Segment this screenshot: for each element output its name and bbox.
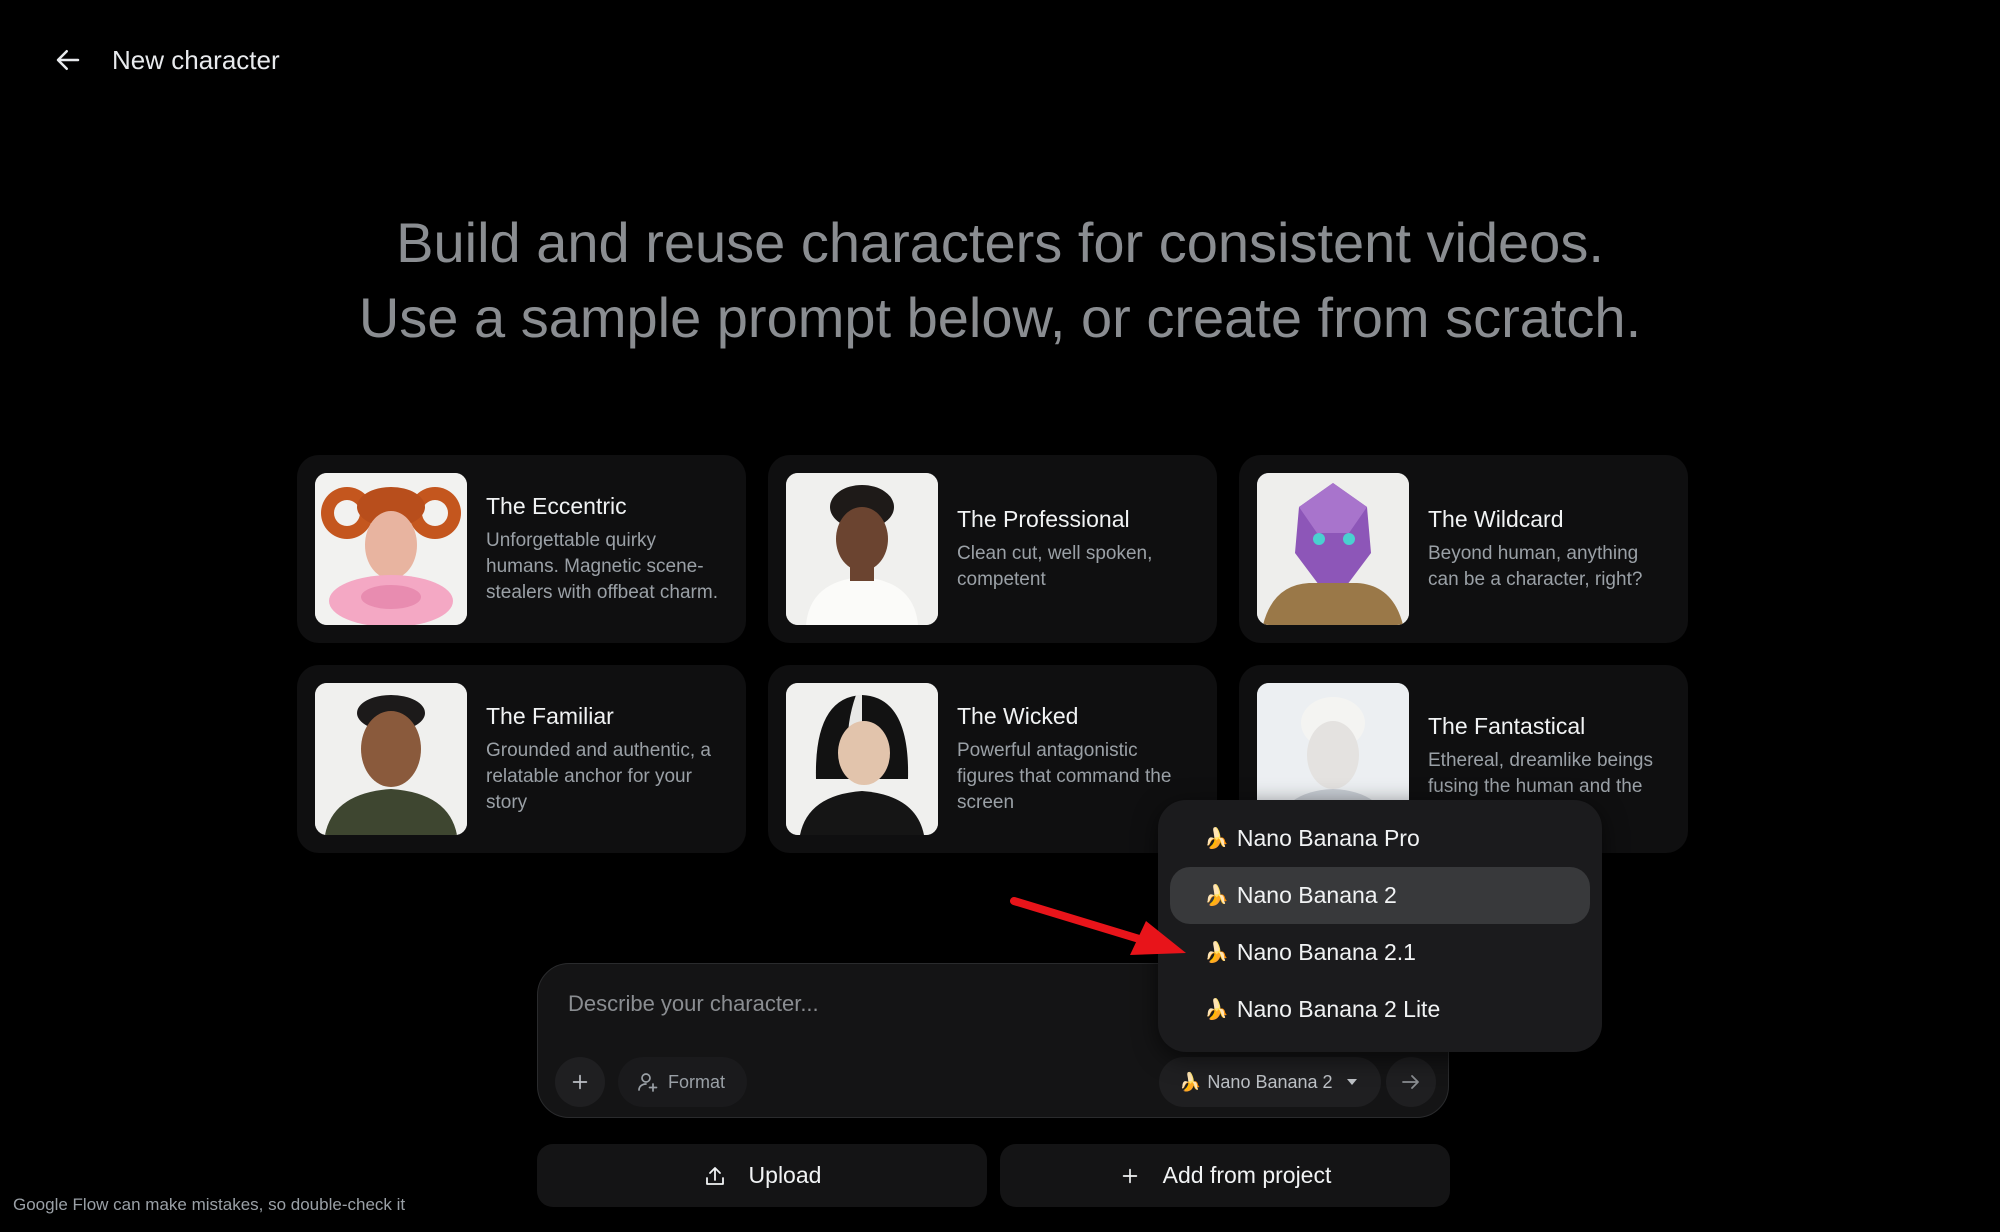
card-professional[interactable]: The Professional Clean cut, well spoken,… [768, 455, 1217, 643]
annotation-arrow [1010, 897, 1186, 955]
card-description: Ethereal, dreamlike beings fusing the hu… [1428, 749, 1653, 806]
back-button[interactable] [48, 40, 88, 80]
eccentric-thumbnail [315, 473, 467, 625]
card-description: Unforgettable quirky humans. Magnetic sc… [486, 529, 718, 603]
menu-item-label: Nano Banana 2.1 [1236, 939, 1416, 965]
arrow-right-icon [1402, 1075, 1419, 1089]
upload-button[interactable]: Upload [537, 1144, 987, 1207]
card-text: The Eccentric Unforgettable quirky human… [486, 493, 728, 606]
card-familiar[interactable]: The Familiar Grounded and authentic, a r… [297, 665, 746, 853]
person-add-icon [638, 1073, 658, 1092]
add-from-project-label: Add from project [1162, 1162, 1332, 1188]
card-description: Clean cut, well spoken, competent [957, 542, 1153, 590]
card-title: The Wicked [957, 702, 1079, 729]
hero-heading: Build and reuse characters for consisten… [0, 205, 2000, 355]
card-title: The Eccentric [486, 492, 627, 519]
model-dropdown-menu: 🍌 Nano Banana Pro 🍌 Nano Banana 2 🍌 Nano… [1158, 800, 1602, 1052]
plus-icon [572, 1074, 588, 1090]
banana-icon: 🍌 [1204, 999, 1229, 1021]
model-selector-label: Nano Banana 2 [1207, 1071, 1333, 1092]
send-button[interactable] [1386, 1057, 1436, 1107]
format-button[interactable]: Format [618, 1057, 748, 1107]
professional-thumbnail [786, 473, 938, 625]
card-text: The Fantastical Ethereal, dreamlike bein… [1428, 713, 1670, 806]
card-description: Powerful antagonistic figures that comma… [957, 739, 1172, 813]
add-from-project-button[interactable]: Add from project [1000, 1144, 1450, 1207]
card-description: Beyond human, anything can be a characte… [1428, 542, 1643, 590]
disclaimer-text: Google Flow can make mistakes, so double… [13, 1195, 406, 1214]
card-text: The Professional Clean cut, well spoken,… [957, 506, 1199, 593]
menu-item-label: Nano Banana Pro [1236, 825, 1420, 851]
card-text: The Wildcard Beyond human, anything can … [1428, 506, 1670, 593]
menu-item-nano-banana-2-lite[interactable]: 🍌 Nano Banana 2 Lite [1170, 981, 1590, 1038]
card-title: The Familiar [486, 702, 614, 729]
add-button[interactable] [555, 1057, 605, 1107]
header: New character [48, 40, 280, 80]
card-title: The Wildcard [1428, 505, 1564, 532]
page: New character Build and reuse characters… [0, 0, 2000, 1232]
banana-icon: 🍌 [1204, 828, 1229, 850]
card-description: Grounded and authentic, a relatable anch… [486, 739, 712, 813]
menu-item-label: Nano Banana 2 [1236, 882, 1397, 908]
card-wicked[interactable]: The Wicked Powerful antagonistic figures… [768, 665, 1217, 853]
upload-label: Upload [748, 1162, 822, 1188]
card-text: The Familiar Grounded and authentic, a r… [486, 703, 728, 816]
card-title: The Fantastical [1428, 712, 1586, 739]
menu-item-nano-banana-2-1[interactable]: 🍌 Nano Banana 2.1 [1170, 924, 1590, 981]
card-text: The Wicked Powerful antagonistic figures… [957, 703, 1199, 816]
banana-icon: 🍌 [1179, 1071, 1202, 1092]
plus-icon [1122, 1168, 1137, 1183]
menu-item-nano-banana-pro[interactable]: 🍌 Nano Banana Pro [1170, 810, 1590, 867]
familiar-thumbnail [315, 683, 467, 835]
upload-icon [705, 1166, 724, 1185]
menu-item-label: Nano Banana 2 Lite [1236, 996, 1441, 1022]
hero-line-1: Build and reuse characters for consisten… [396, 211, 1604, 274]
menu-item-nano-banana-2[interactable]: 🍌 Nano Banana 2 [1170, 867, 1590, 924]
card-eccentric[interactable]: The Eccentric Unforgettable quirky human… [297, 455, 746, 643]
sample-cards-grid: The Eccentric Unforgettable quirky human… [297, 455, 1692, 853]
page-title: New character [112, 44, 280, 75]
banana-icon: 🍌 [1204, 885, 1229, 907]
format-label: Format [668, 1071, 726, 1092]
wildcard-thumbnail [1257, 473, 1409, 625]
describe-character-input[interactable] [566, 990, 1130, 1018]
hero-line-2: Use a sample prompt below, or create fro… [358, 286, 1642, 349]
card-wildcard[interactable]: The Wildcard Beyond human, anything can … [1239, 455, 1688, 643]
model-selector[interactable]: 🍌 Nano Banana 2 [1159, 1057, 1381, 1107]
caret-down-icon [1346, 1079, 1357, 1085]
card-title: The Professional [957, 505, 1130, 532]
banana-icon: 🍌 [1204, 942, 1229, 964]
wicked-thumbnail [786, 683, 938, 835]
back-arrow-icon [56, 50, 80, 70]
